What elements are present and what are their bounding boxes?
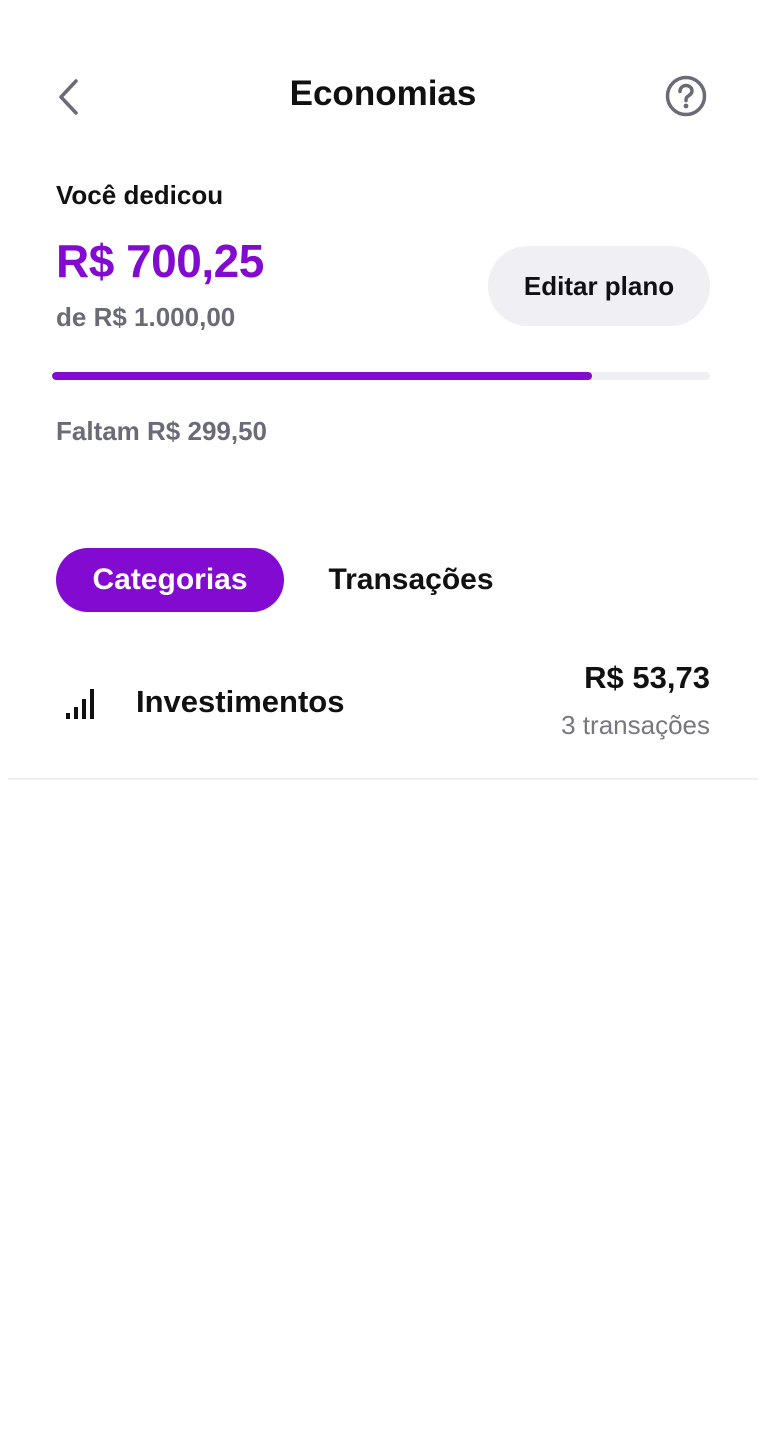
screen: Economias Você dedicou R$ 700,25 de R$ 1… bbox=[0, 0, 766, 1444]
category-transaction-count: 3 transações bbox=[561, 710, 710, 740]
signal-bars-icon bbox=[66, 689, 94, 719]
category-amount: R$ 53,73 bbox=[584, 660, 710, 695]
category-list-item[interactable]: Investimentos R$ 53,73 3 transações bbox=[8, 640, 758, 780]
tab-transacoes[interactable]: Transações bbox=[306, 548, 516, 612]
help-button[interactable] bbox=[664, 74, 708, 118]
savings-progress-bar bbox=[52, 372, 710, 380]
dedicated-amount: R$ 700,25 bbox=[56, 235, 264, 287]
category-name: Investimentos bbox=[136, 684, 345, 719]
dedicated-label: Você dedicou bbox=[56, 180, 224, 210]
savings-progress-fill bbox=[52, 372, 592, 380]
remaining-amount: Faltam R$ 299,50 bbox=[56, 416, 268, 446]
goal-amount: de R$ 1.000,00 bbox=[56, 302, 236, 332]
question-circle-icon bbox=[665, 75, 707, 117]
page-title: Economias bbox=[289, 74, 477, 113]
edit-plan-button[interactable]: Editar plano bbox=[488, 246, 710, 326]
tab-categorias[interactable]: Categorias bbox=[56, 548, 284, 612]
